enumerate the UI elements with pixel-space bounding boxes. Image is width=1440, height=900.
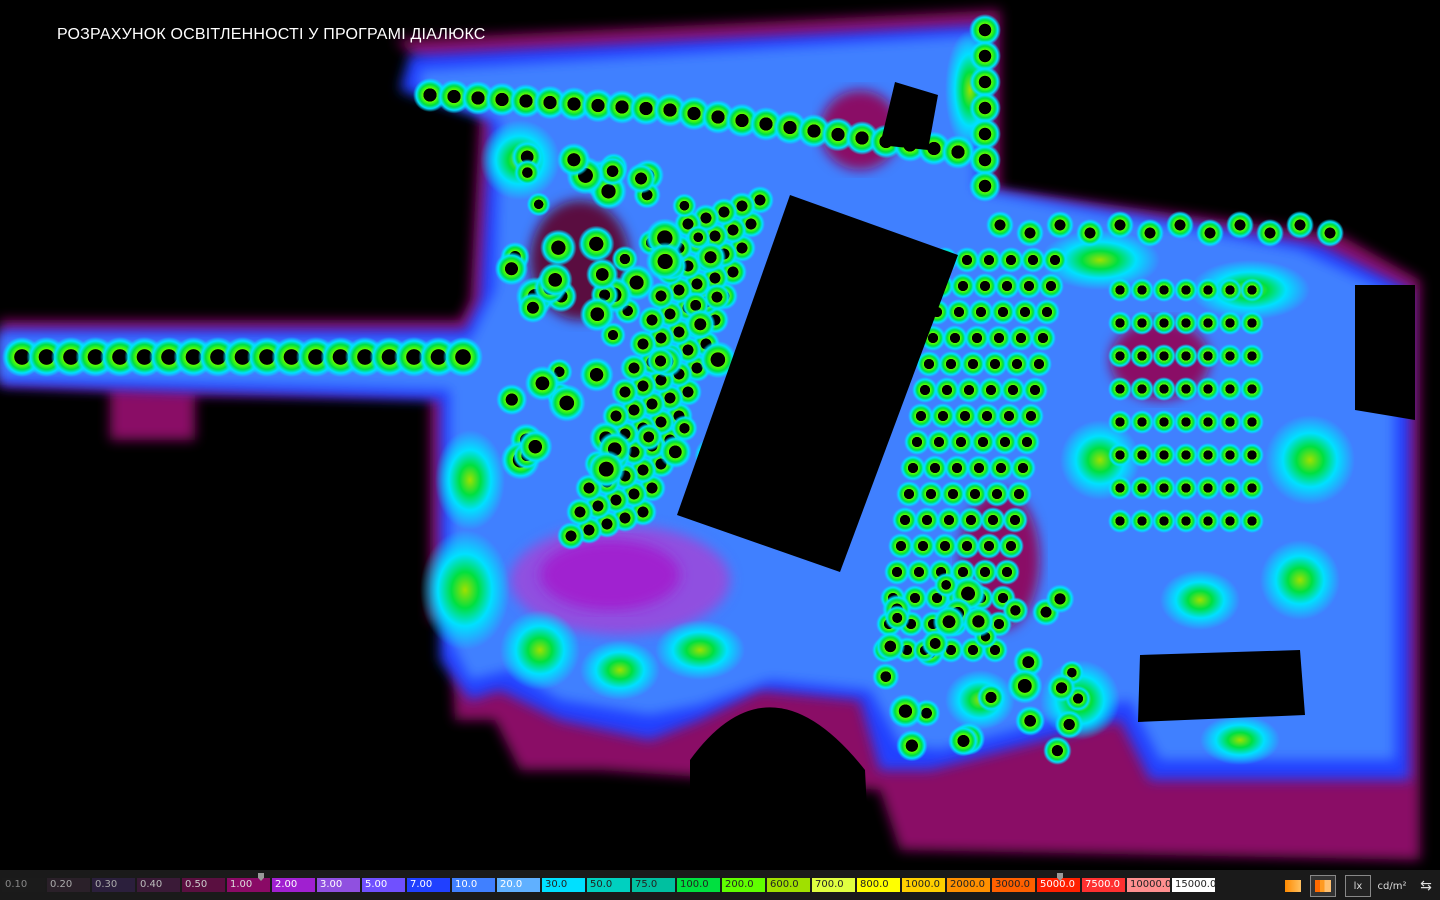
scale-value: 20.0: [497, 878, 542, 892]
scale-value: 800.0: [857, 878, 902, 892]
scale-value: 3000.0: [992, 878, 1037, 892]
lux-unit-button[interactable]: lx: [1345, 875, 1371, 897]
scale-value: 600.0: [767, 878, 812, 892]
building-bottom-right: [1138, 650, 1305, 722]
scale-value: 1.00: [227, 878, 272, 892]
swap-arrows-icon[interactable]: ⇆: [1414, 875, 1438, 897]
color-scale-bar: 0.10 0.20 0.30 0.40 0.50 1.00 2.00 3.00 5.00 7.00…: [0, 870, 1440, 900]
palette-icon: [1285, 880, 1301, 892]
scale-value: 3.00: [317, 878, 362, 892]
scale-value: 0.30: [92, 878, 137, 892]
scale-value: 15000.0: [1172, 878, 1217, 892]
page-title: РОЗРАХУНОК ОСВІТЛЕННОСТІ У ПРОГРАМІ ДІАЛ…: [57, 26, 486, 43]
scale-value: 10.0: [452, 878, 497, 892]
scale-value: 2.00: [272, 878, 317, 892]
luminance-unit-button[interactable]: cd/m²: [1374, 875, 1410, 897]
scale-value: 5.00: [362, 878, 407, 892]
scale-value: 7.00: [407, 878, 452, 892]
scale-value: 10000.0: [1127, 878, 1172, 892]
palette-stepped-button[interactable]: [1310, 875, 1336, 897]
building-right-edge: [1355, 285, 1415, 420]
scale-value: 0.40: [137, 878, 182, 892]
scale-value: 200.0: [722, 878, 767, 892]
scale-value: 1000.0: [902, 878, 947, 892]
scale-value: 2000.0: [947, 878, 992, 892]
color-scale: 0.10 0.20 0.30 0.40 0.50 1.00 2.00 3.00 5.00 7.00…: [2, 878, 1217, 896]
scale-value: 7500.0: [1082, 878, 1127, 892]
scale-value: 30.0: [542, 878, 587, 892]
illuminance-map[interactable]: [0, 0, 1440, 870]
scale-value: 0.20: [47, 878, 92, 892]
palette-gradient-button[interactable]: [1282, 875, 1304, 897]
false-color-plan: [0, 10, 1420, 870]
palette-stepped-icon: [1315, 880, 1331, 892]
scale-value: 50.0: [587, 878, 632, 892]
scale-value: 0.10: [2, 878, 47, 892]
scale-value: 0.50: [182, 878, 227, 892]
scale-value: 700.0: [812, 878, 857, 892]
scale-value: 100.0: [677, 878, 722, 892]
scale-value: 75.0: [632, 878, 677, 892]
